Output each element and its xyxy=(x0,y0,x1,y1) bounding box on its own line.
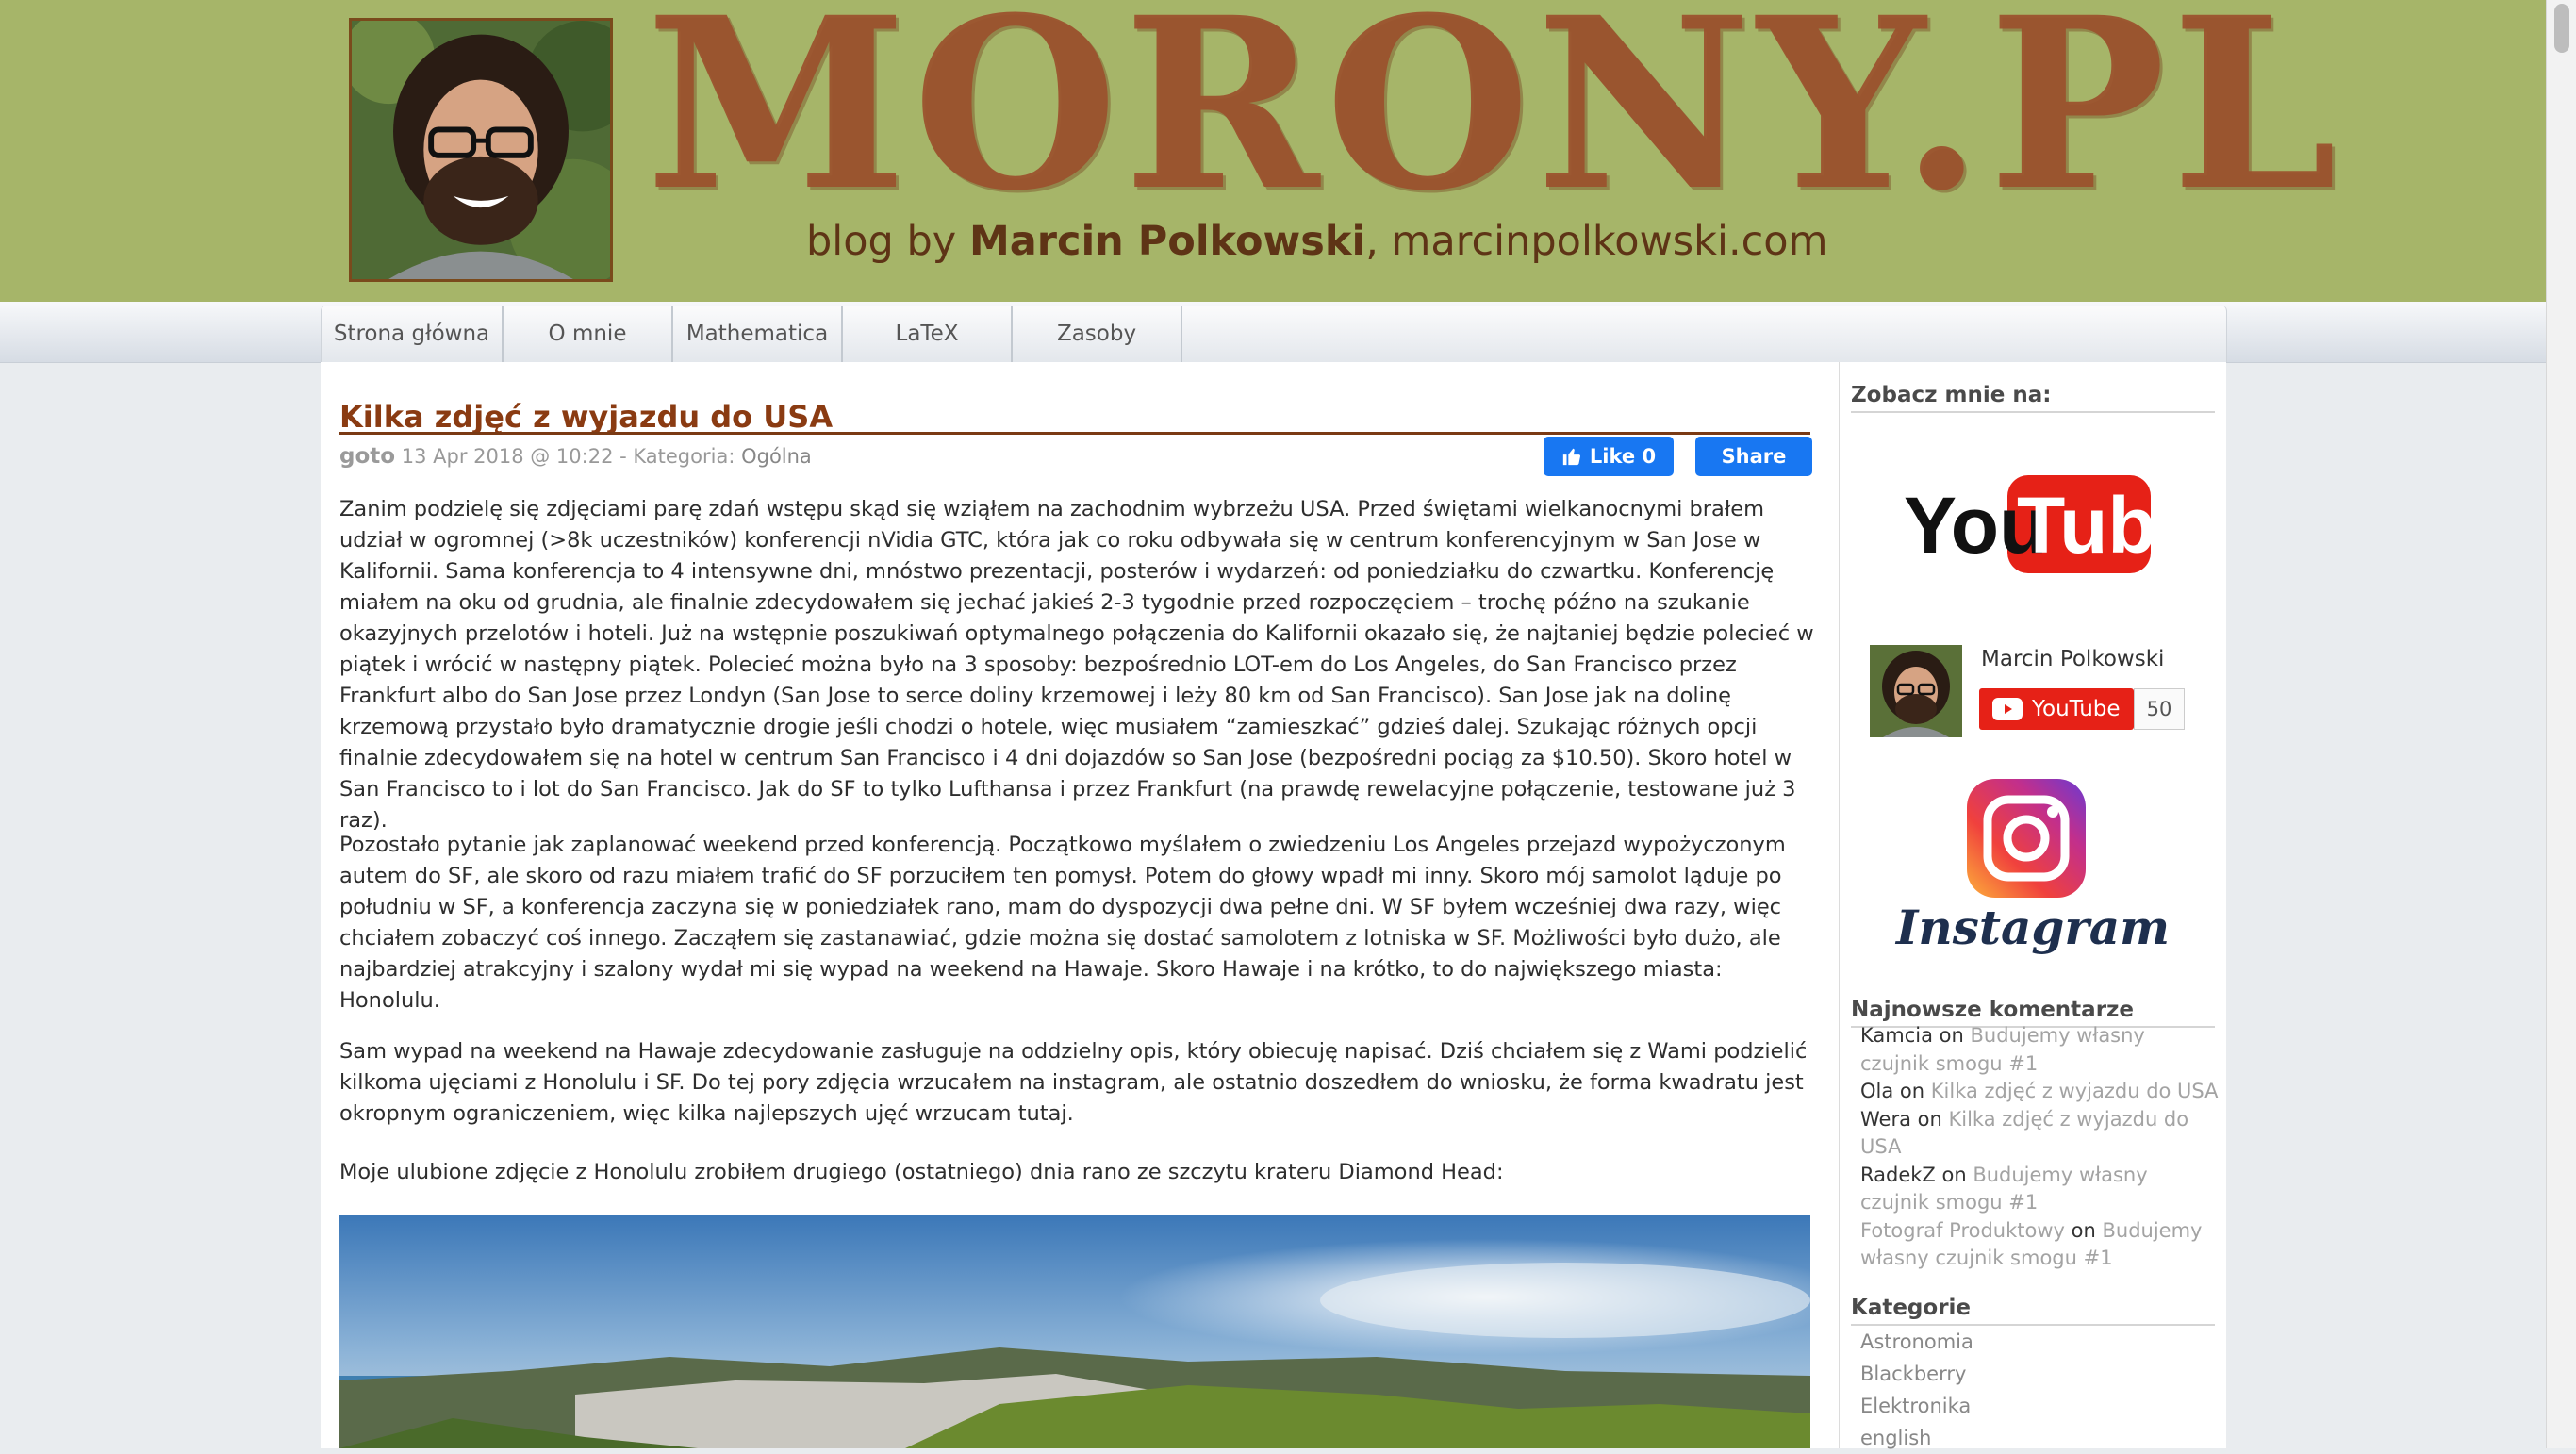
honolulu-panorama xyxy=(339,1215,1810,1448)
recent-comments-list: Kamcia on Budujemy własny czujnik smogu … xyxy=(1860,1022,2219,1273)
youtube-play-icon xyxy=(1992,698,2023,720)
post-paragraph-3: Sam wypad na weekend na Hawaje zdecydowa… xyxy=(339,1039,1808,1126)
title-divider xyxy=(339,432,1810,435)
tagline-author-name: Marcin Polkowski xyxy=(968,218,1366,265)
subscriber-count: 50 xyxy=(2134,688,2185,730)
comment-item: Wera on Kilka zdjęć z wyjazdu do USA xyxy=(1860,1106,2219,1162)
site-logo[interactable]: MORONY.PL xyxy=(646,0,2337,222)
comment-author: Wera xyxy=(1860,1107,1911,1131)
subscribe-label: YouTube xyxy=(2032,697,2121,721)
comment-item: Fotograf Produktowy on Budujemy własny c… xyxy=(1860,1217,2219,1273)
nav-item-o-mnie[interactable]: O mnie xyxy=(504,306,673,362)
post-meta: goto 13 Apr 2018 @ 10:22 - Kategoria: Og… xyxy=(339,438,812,475)
main-navigation: Strona główna O mnie Mathematica LaTeX Z… xyxy=(0,302,2546,363)
channel-avatar-image xyxy=(1870,645,1962,737)
nav-item-zasoby[interactable]: Zasoby xyxy=(1013,306,1182,362)
category-link-english[interactable]: english xyxy=(1860,1422,2219,1454)
comment-item: Kamcia on Budujemy własny czujnik smogu … xyxy=(1860,1022,2219,1078)
comment-post-link[interactable]: Kilka zdjęć z wyjazdu do USA xyxy=(1931,1080,2219,1102)
comment-item: RadekZ on Budujemy własny czujnik smogu … xyxy=(1860,1162,2219,1217)
youtube-logo-link[interactable]: You Tube xyxy=(1904,473,2153,577)
post-paragraph-2: Pozostało pytanie jak zaplanować weekend… xyxy=(339,833,1786,1013)
category-link-blackberry[interactable]: Blackberry xyxy=(1860,1358,2219,1390)
nav-item-latex[interactable]: LaTeX xyxy=(843,306,1013,362)
categories-heading: Kategorie xyxy=(1851,1292,2215,1326)
comment-on: on xyxy=(1935,1163,1973,1186)
nav-bar: Strona główna O mnie Mathematica LaTeX Z… xyxy=(321,306,2227,362)
comment-on: on xyxy=(2064,1218,2103,1242)
sidebar: Zobacz mnie na: You Tube Marcin Polkowsk… xyxy=(1839,362,2226,1449)
comment-author: Ola xyxy=(1860,1080,1894,1102)
comment-on: on xyxy=(1893,1080,1931,1102)
youtube-logo-tube: Tube xyxy=(2017,481,2153,570)
nav-item-mathematica[interactable]: Mathematica xyxy=(673,306,843,362)
comment-author-link[interactable]: Fotograf Produktowy xyxy=(1860,1219,2065,1242)
post-category-link[interactable]: Ogólna xyxy=(741,445,812,468)
comment-item: Ola on Kilka zdjęć z wyjazdu do USA xyxy=(1860,1078,2219,1106)
instagram-wordmark[interactable]: Instagram xyxy=(1896,900,2170,956)
site-tagline: blog by Marcin Polkowski, marcinpolkowsk… xyxy=(806,213,1938,270)
tagline-prefix: blog by xyxy=(806,218,969,265)
post-photo-diamond-head[interactable] xyxy=(339,1215,1810,1448)
comment-on: on xyxy=(1932,1024,1971,1047)
youtube-subscribe-button[interactable]: YouTube xyxy=(1979,688,2134,730)
instagram-icon[interactable] xyxy=(1965,777,2088,900)
facebook-like-button[interactable]: Like 0 xyxy=(1544,437,1674,476)
comment-author: Kamcia xyxy=(1860,1024,1933,1047)
nav-item-strona-glowna[interactable]: Strona główna xyxy=(322,306,504,362)
post-paragraph-1: Zanim podzielę się zdjęciami parę zdań w… xyxy=(339,497,1814,833)
post-author[interactable]: goto xyxy=(339,444,395,469)
scrollbar-thumb[interactable] xyxy=(2554,4,2569,53)
comment-author: RadekZ xyxy=(1860,1163,1936,1186)
comment-on: on xyxy=(1910,1107,1949,1131)
page-scrollbar[interactable] xyxy=(2546,0,2576,1448)
tagline-suffix: , marcinpolkowski.com xyxy=(1365,218,1828,265)
post-date: 13 Apr 2018 @ 10:22 - Kategoria: xyxy=(395,445,742,468)
post-content: Kilka zdjęć z wyjazdu do USA goto 13 Apr… xyxy=(321,362,1839,1448)
thumbs-up-icon xyxy=(1562,448,1580,466)
site-header: MORONY.PL blog by Marcin Polkowski, marc… xyxy=(0,0,2546,302)
facebook-share-button[interactable]: Share xyxy=(1695,437,1812,476)
author-portrait xyxy=(352,21,610,279)
post-paragraph-4: Moje ulubione zdjęcie z Honolulu zrobiłe… xyxy=(339,1160,1504,1184)
category-link-elektronika[interactable]: Elektronika xyxy=(1860,1390,2219,1422)
like-label: Like 0 xyxy=(1589,445,1657,468)
see-me-heading: Zobacz mnie na: xyxy=(1851,379,2215,413)
categories-list: Astronomia Blackberry Elektronika englis… xyxy=(1860,1326,2219,1454)
author-avatar-photo xyxy=(349,18,613,282)
channel-name[interactable]: Marcin Polkowski xyxy=(1981,643,2164,675)
category-link-astronomia[interactable]: Astronomia xyxy=(1860,1326,2219,1358)
channel-avatar[interactable] xyxy=(1870,645,1962,737)
